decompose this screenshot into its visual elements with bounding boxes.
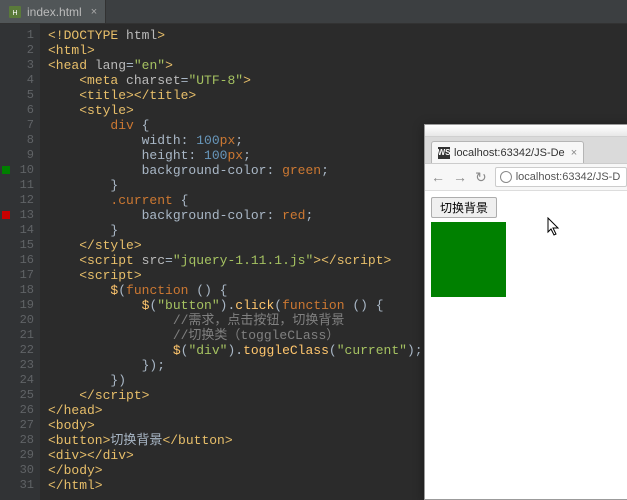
- gutter-marker-icon: [2, 211, 10, 219]
- line-number: 8: [0, 133, 34, 148]
- code-line: <meta charset="UTF-8">: [48, 73, 627, 88]
- line-number: 22: [0, 343, 34, 358]
- line-number: 11: [0, 178, 34, 193]
- line-number: 26: [0, 403, 34, 418]
- svg-text:H: H: [12, 10, 17, 17]
- address-url: localhost:63342/JS-D: [516, 171, 621, 183]
- line-number: 18: [0, 283, 34, 298]
- line-number: 28: [0, 433, 34, 448]
- browser-viewport: 切换背景: [425, 191, 627, 499]
- back-icon[interactable]: ←: [431, 169, 445, 185]
- line-number: 16: [0, 253, 34, 268]
- browser-tab-title: localhost:63342/JS-De: [454, 147, 565, 159]
- browser-tab[interactable]: WS localhost:63342/JS-De ×: [431, 141, 584, 163]
- code-line: <head lang="en">: [48, 58, 627, 73]
- line-number: 27: [0, 418, 34, 433]
- code-line: <title></title>: [48, 88, 627, 103]
- line-number: 10: [0, 163, 34, 178]
- line-number: 4: [0, 73, 34, 88]
- line-number: 24: [0, 373, 34, 388]
- line-number: 9: [0, 148, 34, 163]
- browser-titlebar: [425, 125, 627, 137]
- gutter-marker-icon: [2, 166, 10, 174]
- html-file-icon: H: [8, 5, 22, 19]
- line-number: 20: [0, 313, 34, 328]
- line-number: 3: [0, 58, 34, 73]
- line-number: 23: [0, 358, 34, 373]
- browser-window: WS localhost:63342/JS-De × ← → ↻ localho…: [424, 124, 627, 500]
- colored-box: [431, 222, 506, 297]
- favicon-icon: WS: [438, 147, 450, 159]
- globe-icon: [500, 171, 512, 183]
- address-bar[interactable]: localhost:63342/JS-D: [495, 167, 627, 187]
- line-number: 13: [0, 208, 34, 223]
- code-line: <html>: [48, 43, 627, 58]
- line-number: 25: [0, 388, 34, 403]
- line-number-gutter: 1234567891011121314151617181920212223242…: [0, 24, 40, 500]
- browser-tabstrip: WS localhost:63342/JS-De ×: [425, 137, 627, 163]
- forward-icon[interactable]: →: [453, 169, 467, 185]
- editor-tab-index-html[interactable]: H index.html ×: [0, 0, 106, 23]
- ide-tab-bar: H index.html ×: [0, 0, 627, 24]
- browser-toolbar: ← → ↻ localhost:63342/JS-D: [425, 163, 627, 191]
- line-number: 7: [0, 118, 34, 133]
- line-number: 5: [0, 88, 34, 103]
- code-line: <style>: [48, 103, 627, 118]
- editor-tab-filename: index.html: [27, 5, 82, 19]
- line-number: 31: [0, 478, 34, 493]
- line-number: 19: [0, 298, 34, 313]
- line-number: 29: [0, 448, 34, 463]
- line-number: 21: [0, 328, 34, 343]
- code-line: <!DOCTYPE html>: [48, 28, 627, 43]
- line-number: 12: [0, 193, 34, 208]
- close-icon[interactable]: ×: [91, 6, 97, 18]
- toggle-background-button[interactable]: 切换背景: [431, 197, 497, 218]
- reload-icon[interactable]: ↻: [475, 169, 487, 186]
- line-number: 6: [0, 103, 34, 118]
- mouse-cursor-icon: [547, 217, 561, 237]
- line-number: 15: [0, 238, 34, 253]
- line-number: 1: [0, 28, 34, 43]
- line-number: 30: [0, 463, 34, 478]
- close-icon[interactable]: ×: [571, 147, 577, 159]
- line-number: 17: [0, 268, 34, 283]
- line-number: 2: [0, 43, 34, 58]
- line-number: 14: [0, 223, 34, 238]
